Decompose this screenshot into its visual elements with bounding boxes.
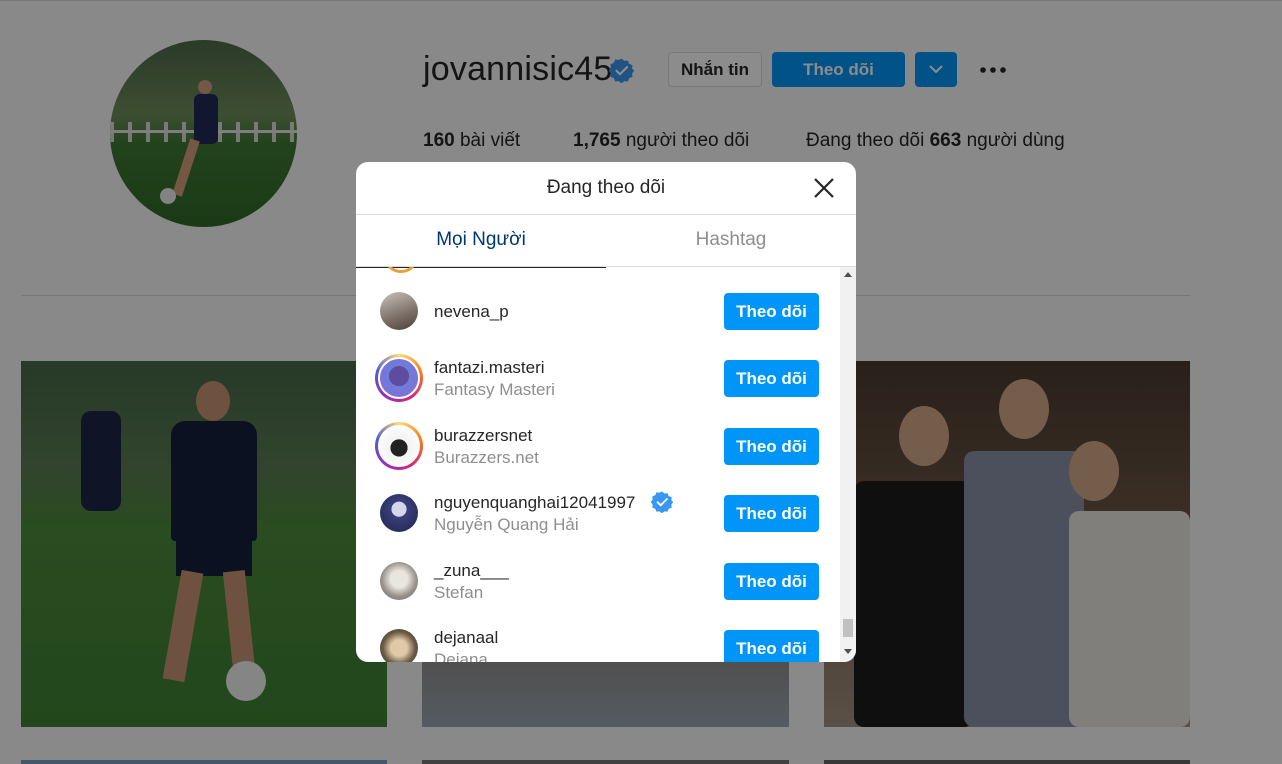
dialog-tabs: Mọi Người Hashtag: [356, 215, 856, 268]
scroll-thumb[interactable]: [843, 619, 853, 637]
avatar[interactable]: [380, 494, 418, 532]
list-item: fantazi.masteri Fantasy Masteri Theo dõi: [356, 346, 840, 413]
full-name: Nguyễn Quang Hải: [434, 515, 579, 534]
username[interactable]: _zuna___: [434, 561, 509, 581]
full-name: Burazzers.net: [434, 448, 539, 467]
follow-button[interactable]: Theo dõi: [724, 428, 819, 465]
follow-button[interactable]: Theo dõi: [724, 293, 819, 330]
close-icon[interactable]: [810, 174, 838, 202]
scroll-down-arrow-icon[interactable]: [844, 649, 852, 655]
username[interactable]: nevena_p: [434, 302, 509, 322]
full-name: Dejana: [434, 650, 488, 662]
list-item: _zuna___ Stefan Theo dõi: [356, 549, 840, 616]
profile-page: jovannisic45 Nhắn tin Theo dõi 160 bài v…: [0, 0, 1282, 764]
list-item: nevena_p Theo dõi: [356, 279, 840, 346]
tab-people[interactable]: Mọi Người: [356, 215, 606, 268]
avatar[interactable]: [380, 292, 418, 330]
dialog-header: Đang theo dõi: [356, 162, 856, 215]
following-list[interactable]: nevena_p Theo dõi fantazi.masteri Fantas…: [356, 267, 840, 662]
full-name: Fantasy Masteri: [434, 380, 555, 399]
username[interactable]: burazzersnet: [434, 426, 532, 446]
follow-button[interactable]: Theo dõi: [724, 360, 819, 397]
avatar[interactable]: [380, 562, 418, 600]
avatar[interactable]: [375, 422, 423, 470]
list-item: dejanaal Dejana Theo dõi: [356, 616, 840, 662]
following-dialog: Đang theo dõi Mọi Người Hashtag nevena_p…: [356, 162, 856, 662]
list-item: nguyenquanghai12041997 Nguyễn Quang Hải …: [356, 481, 840, 548]
verified-icon: [651, 491, 673, 513]
dialog-title: Đang theo dõi: [546, 177, 666, 198]
tab-hashtag[interactable]: Hashtag: [606, 215, 856, 267]
follow-button[interactable]: Theo dõi: [724, 630, 819, 662]
username[interactable]: dejanaal: [434, 628, 498, 648]
follow-button[interactable]: Theo dõi: [724, 495, 819, 532]
follow-button[interactable]: Theo dõi: [724, 563, 819, 600]
full-name: Stefan: [434, 583, 484, 602]
scroll-up-arrow-icon[interactable]: [844, 271, 852, 277]
avatar[interactable]: [375, 354, 423, 402]
username[interactable]: nguyenquanghai12041997: [434, 493, 635, 513]
tab-people-label: Mọi Người: [436, 229, 526, 250]
list-scrollbar[interactable]: [840, 267, 856, 662]
avatar[interactable]: [380, 629, 418, 662]
tab-hashtag-label: Hashtag: [695, 229, 767, 250]
username[interactable]: fantazi.masteri: [434, 358, 545, 378]
avatar: [386, 267, 416, 273]
list-item: burazzersnet Burazzers.net Theo dõi: [356, 414, 840, 481]
